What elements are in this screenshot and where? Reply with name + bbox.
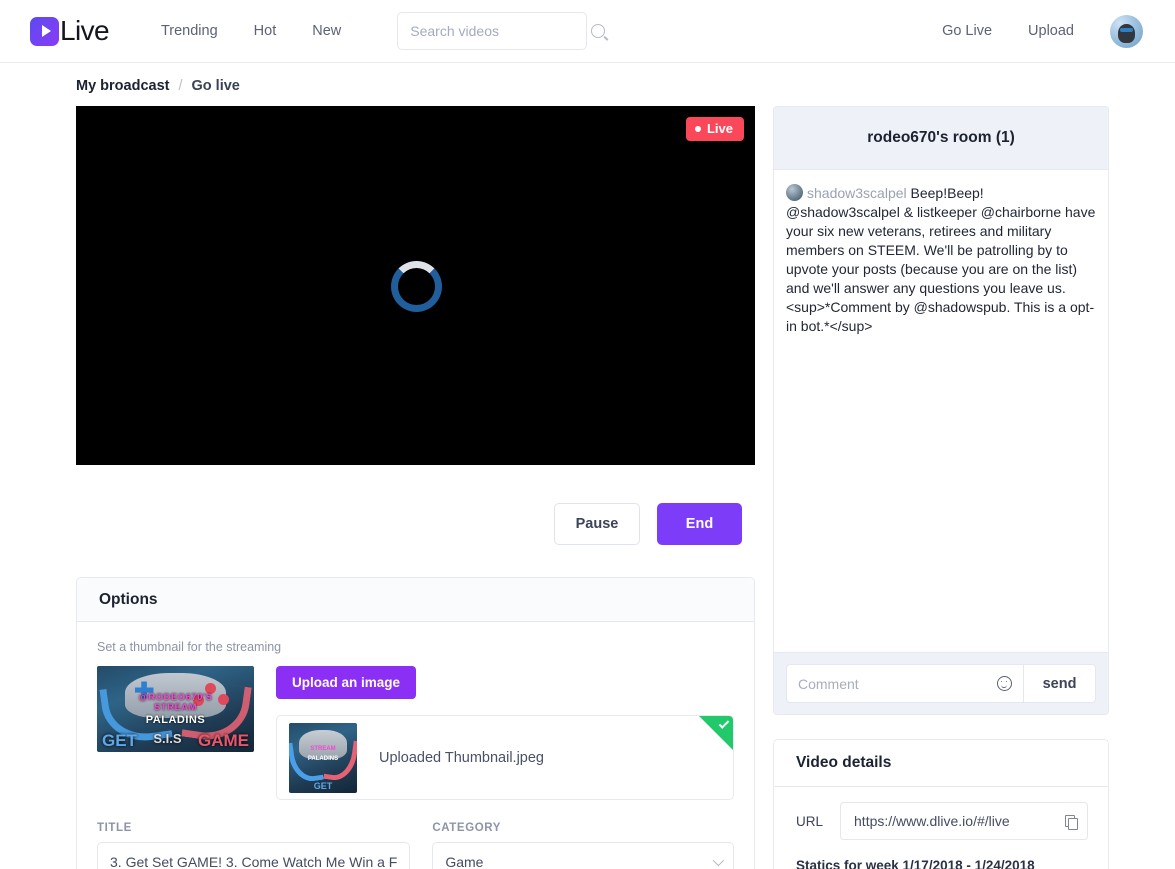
chat-message: shadow3scalpel Beep!Beep! @shadow3scalpe…	[786, 184, 1096, 336]
video-player[interactable]: Live	[76, 106, 755, 465]
thumbnail-text-line3: PALADINS	[145, 714, 206, 727]
status-badge-live: Live	[685, 117, 744, 141]
uploaded-file-thumbnail: STREAM PALADINS GET	[289, 722, 357, 793]
category-select-value: Game	[445, 854, 484, 869]
go-live-button[interactable]: Go Live	[942, 23, 992, 39]
nav-item-trending[interactable]: Trending	[161, 23, 218, 39]
thumbnail-text-mid: S.I.S	[153, 731, 182, 747]
chat-message-avatar[interactable]	[786, 184, 803, 201]
thumbnail-hint: Set a thumbnail for the streaming	[97, 640, 282, 654]
search-icon[interactable]	[591, 24, 606, 38]
left-column: Live Pause End Options Set a thumbnail f…	[76, 106, 755, 869]
title-input-value: 3. Get Set GAME! 3. Come Watch Me Win a …	[110, 854, 398, 869]
thumbnail-text-game: GAME	[197, 731, 249, 751]
logo-wordmark: Live	[60, 15, 110, 46]
url-input-value: https://www.dlive.io/#/live	[854, 813, 1010, 829]
options-card: Options Set a thumbnail for the streamin…	[76, 577, 755, 869]
player-action-buttons: Pause End	[76, 465, 755, 545]
thumbnail-preview-image[interactable]: @RODEO670'S STREAM PALADINS GET S.I.S GA…	[97, 666, 254, 752]
copy-icon[interactable]	[1065, 814, 1078, 830]
breadcrumb: My broadcast / Go live	[35, 63, 1140, 106]
mini-text-line2: PALADINS	[307, 756, 339, 763]
header-actions: Go Live Upload	[942, 14, 1143, 48]
chevron-down-icon[interactable]	[712, 854, 725, 867]
thumbnail-text-line2: STREAM	[153, 702, 198, 714]
options-card-body: Set a thumbnail for the streaming @RODEO…	[77, 622, 754, 869]
chat-panel: rodeo670's room (1) shadow3scalpel Beep!…	[773, 106, 1109, 715]
chat-message-username[interactable]: shadow3scalpel	[807, 185, 907, 201]
title-input[interactable]: 3. Get Set GAME! 3. Come Watch Me Win a …	[97, 842, 411, 869]
upload-button[interactable]: Upload	[1028, 23, 1074, 39]
category-field-group: CATEGORY Game	[432, 822, 734, 869]
end-button[interactable]: End	[657, 503, 742, 545]
url-row: URL https://www.dlive.io/#/live	[796, 802, 1088, 840]
title-field-group: TITLE 3. Get Set GAME! 3. Come Watch Me …	[97, 822, 411, 869]
thumbnail-text-get: GET	[102, 731, 137, 751]
breadcrumb-separator: /	[178, 78, 183, 94]
chat-messages: shadow3scalpel Beep!Beep! @shadow3scalpe…	[774, 170, 1108, 652]
dlive-play-logo-icon	[30, 16, 59, 46]
chat-room-title: rodeo670's room (1)	[774, 107, 1108, 170]
emoji-icon[interactable]	[997, 676, 1012, 691]
live-badge-label: Live	[706, 121, 733, 136]
video-details-card: Video details URL https://www.dlive.io/#…	[773, 739, 1109, 869]
loading-spinner-icon	[390, 260, 442, 312]
right-column: rodeo670's room (1) shadow3scalpel Beep!…	[773, 106, 1109, 869]
video-details-body: URL https://www.dlive.io/#/live Statics …	[774, 787, 1108, 869]
uploaded-file-name: Uploaded Thumbnail.jpeg	[379, 749, 544, 766]
top-navigation-bar: Live Trending Hot New Go Live Upload	[0, 0, 1175, 63]
page-content: My broadcast / Go live Live Pause End Op…	[0, 63, 1175, 869]
uploaded-file-row[interactable]: STREAM PALADINS GET Uploaded Thumbnail.j…	[276, 715, 734, 800]
comment-input[interactable]	[798, 675, 997, 692]
nav-item-hot[interactable]: Hot	[254, 23, 277, 39]
category-select[interactable]: Game	[432, 842, 734, 869]
breadcrumb-go-live[interactable]: Go live	[192, 78, 240, 94]
search-container	[397, 12, 606, 50]
video-details-title: Video details	[774, 740, 1108, 787]
main-layout: Live Pause End Options Set a thumbnail f…	[35, 106, 1140, 869]
url-input[interactable]: https://www.dlive.io/#/live	[840, 802, 1088, 840]
user-avatar[interactable]	[1110, 14, 1143, 48]
live-dot-icon	[694, 125, 701, 132]
title-label: TITLE	[97, 822, 132, 834]
pause-button[interactable]: Pause	[554, 503, 640, 545]
dlive-logo[interactable]: Live	[30, 15, 110, 47]
chat-message-text: Beep!Beep! @shadow3scalpel & listkeeper …	[786, 185, 1096, 334]
breadcrumb-my-broadcast[interactable]: My broadcast	[76, 78, 169, 94]
send-button[interactable]: send	[1023, 664, 1096, 703]
nav-item-new[interactable]: New	[312, 23, 341, 39]
thumbnail-upload-section: Upload an image STREAM PALADINS GET Uplo…	[276, 666, 734, 800]
options-card-title: Options	[77, 578, 754, 622]
upload-an-image-button[interactable]: Upload an image	[276, 666, 417, 699]
mini-text-line3: GET	[313, 781, 333, 792]
chat-input-bar: send	[774, 652, 1108, 714]
mini-text-line1: STREAM	[310, 746, 336, 753]
metadata-row: TITLE 3. Get Set GAME! 3. Come Watch Me …	[97, 800, 734, 869]
thumbnail-row: @RODEO670'S STREAM PALADINS GET S.I.S GA…	[97, 666, 734, 800]
search-box[interactable]	[397, 12, 606, 50]
category-label: CATEGORY	[432, 822, 502, 834]
comment-input-wrapper[interactable]	[786, 664, 1023, 703]
url-label: URL	[796, 813, 824, 829]
primary-nav: Trending Hot New	[161, 23, 341, 39]
search-input[interactable]	[410, 23, 592, 39]
statics-label: Statics for week 1/17/2018 - 1/24/2018	[796, 858, 1035, 869]
thumbnail-text-bottom: GET S.I.S GAME	[97, 731, 254, 751]
